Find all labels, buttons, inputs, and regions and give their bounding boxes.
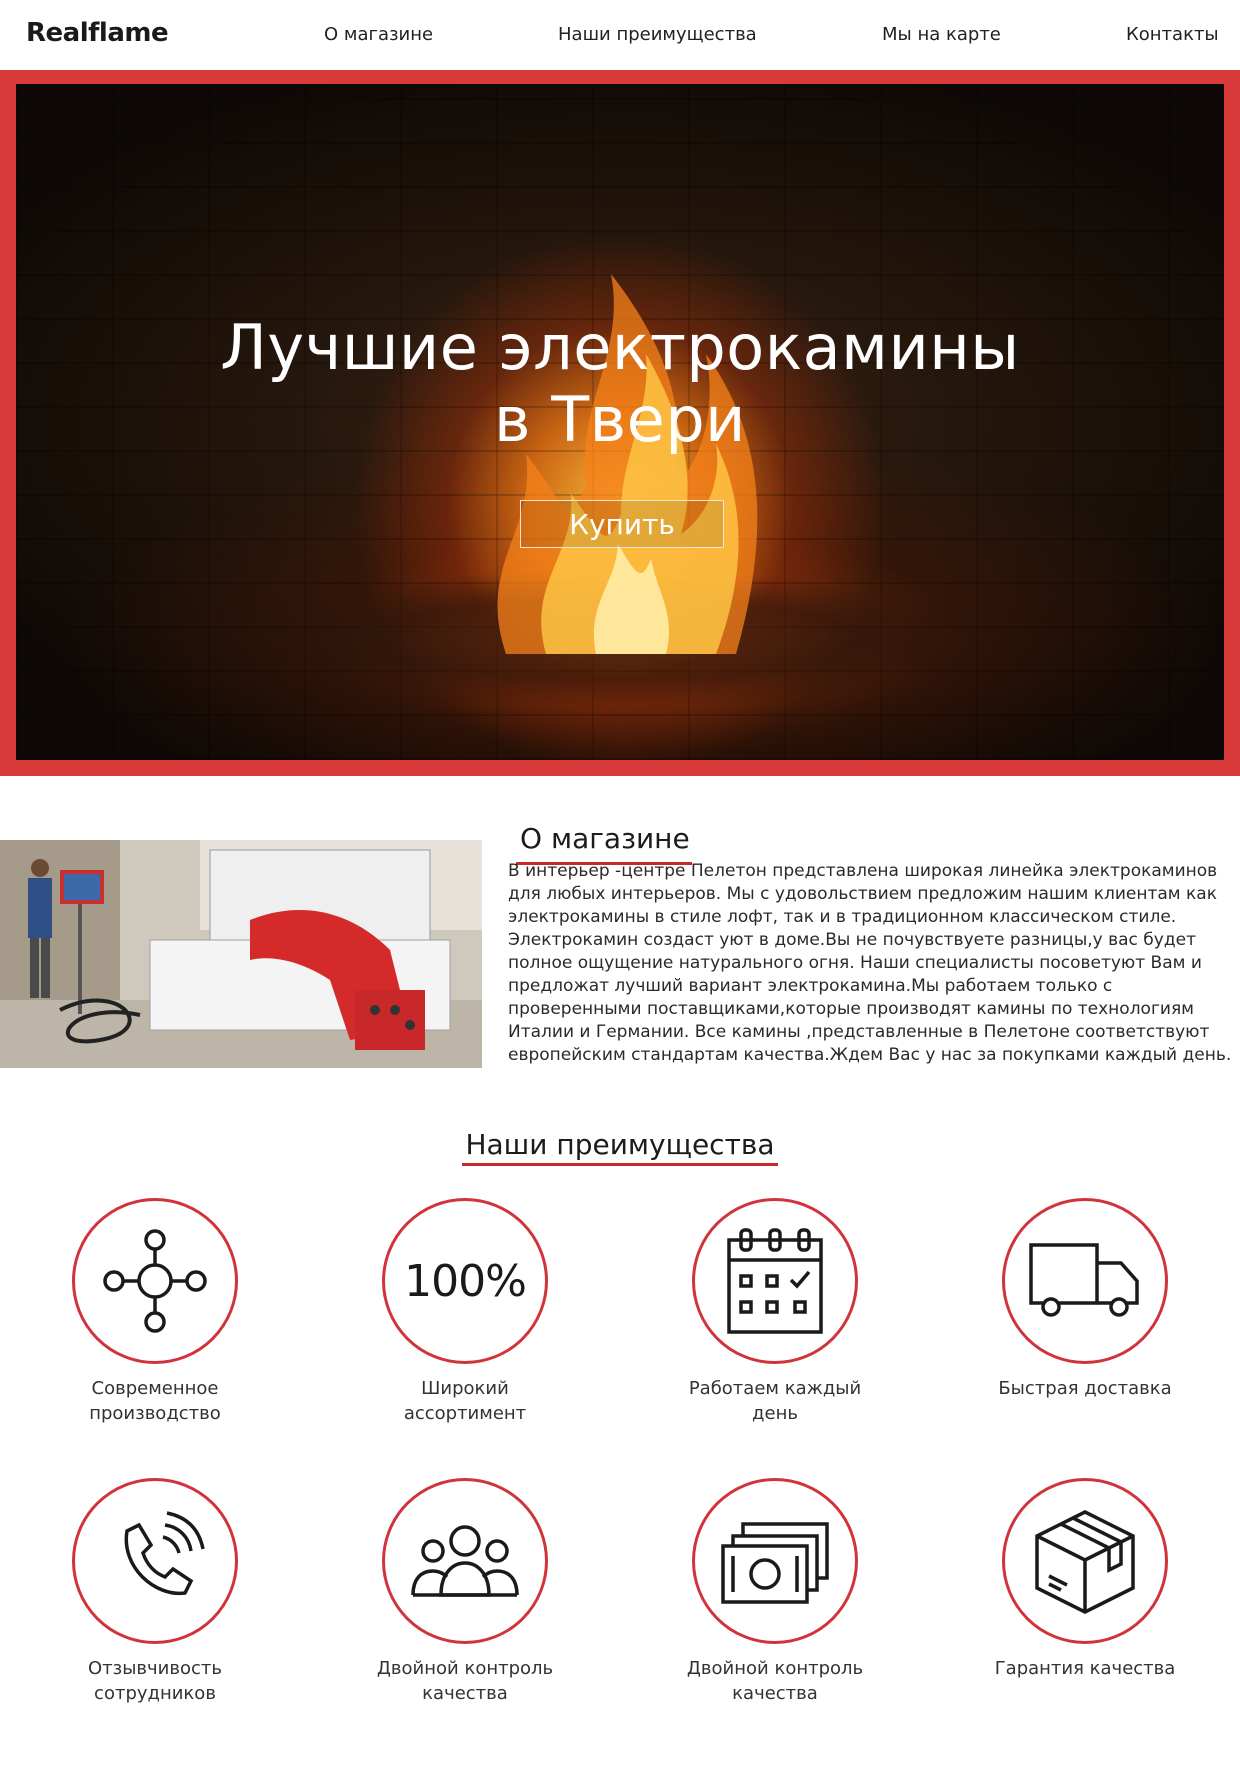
advantage-label: Отзывчивость сотрудников: [88, 1658, 222, 1704]
advantage-circle: [72, 1198, 238, 1364]
nav-contacts[interactable]: Контакты: [1126, 24, 1219, 45]
truck-icon: [1029, 1243, 1139, 1317]
advantage-circle: [692, 1198, 858, 1364]
advantage-circle: [382, 1478, 548, 1644]
about-factory-photo: [0, 840, 482, 1068]
advantage-circle: [72, 1478, 238, 1644]
hero-section: Лучшие электрокамины в Твери Купить: [0, 70, 1240, 776]
phone-icon: [124, 1511, 205, 1596]
percent-icon: 100%: [404, 1255, 527, 1307]
people-icon: [411, 1525, 519, 1597]
advantage-circle: [1002, 1198, 1168, 1364]
advantage-label: Двойной контроль качества: [686, 1658, 864, 1704]
money-icon: [721, 1522, 829, 1604]
factory-machine-illustration: [0, 840, 482, 1068]
advantage-label: Гарантия качества: [994, 1658, 1176, 1679]
hero-title: Лучшие электрокамины в Твери: [16, 312, 1224, 456]
advantage-label: Широкий ассортимент: [403, 1378, 527, 1424]
site-header: Realflame О магазине Наши преимущества М…: [0, 0, 1240, 70]
box-icon: [1035, 1510, 1135, 1614]
advantages-title: Наши преимущества: [465, 1128, 775, 1161]
network-icon: [103, 1229, 207, 1333]
about-text: В интерьер -центре Пелетон представлена …: [508, 861, 1232, 1065]
buy-button[interactable]: Купить: [520, 500, 724, 548]
advantage-label: Современное производство: [89, 1378, 221, 1424]
advantage-label: Двойной контроль качества: [376, 1658, 554, 1704]
calendar-icon: [727, 1228, 823, 1334]
nav-about[interactable]: О магазине: [324, 24, 433, 45]
about-title: О магазине: [520, 822, 690, 855]
advantage-label: Быстрая доставка: [998, 1378, 1172, 1399]
advantage-circle: [1002, 1478, 1168, 1644]
flame-graphic: [497, 274, 758, 654]
advantage-circle: 100%: [382, 1198, 548, 1364]
nav-advantages[interactable]: Наши преимущества: [558, 24, 757, 45]
advantages-title-underline: [462, 1163, 778, 1166]
hero-fireplace-image: Лучшие электрокамины в Твери Купить: [16, 84, 1224, 760]
advantage-circle: [692, 1478, 858, 1644]
hero-title-line1: Лучшие электрокамины: [220, 311, 1020, 384]
site-logo[interactable]: Realflame: [26, 18, 169, 48]
hero-title-line2: в Твери: [494, 383, 746, 456]
nav-map[interactable]: Мы на карте: [882, 24, 1001, 45]
advantage-label: Работаем каждый день: [688, 1378, 862, 1424]
